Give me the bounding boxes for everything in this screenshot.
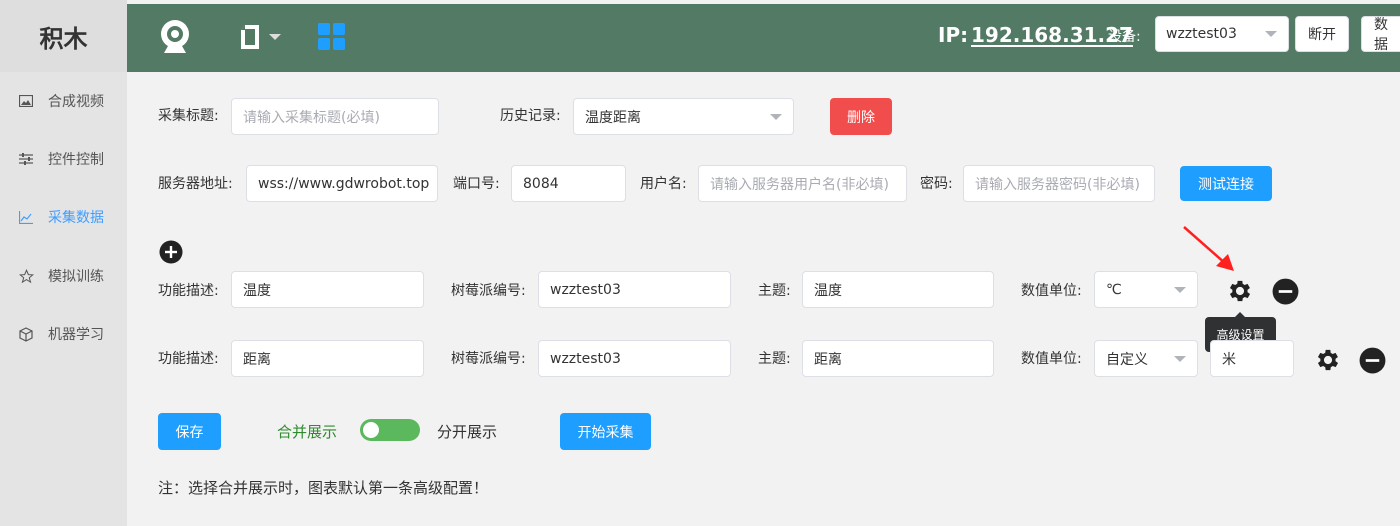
title-input[interactable]: 请输入采集标题(必填) [231, 98, 439, 135]
merge-display-label: 合并展示 [277, 423, 338, 441]
pi-label: 树莓派编号: [451, 351, 526, 367]
port-label: 端口号: [453, 176, 500, 192]
unit-label: 数值单位: [1021, 283, 1082, 299]
star-icon [18, 268, 34, 284]
remove-row-icon[interactable] [1272, 278, 1299, 305]
sidebar-item-label: 合成视频 [48, 94, 104, 110]
ip-label: IP: [938, 23, 969, 47]
username-input[interactable]: 请输入服务器用户名(非必填) [698, 165, 907, 202]
data-button[interactable]: 数据 [1361, 16, 1400, 53]
chart-icon [18, 209, 34, 225]
device-select-value: wzztest03 [1166, 26, 1237, 42]
sidebar-item-machine-learning[interactable]: 机器学习 [0, 314, 127, 354]
cube-icon [18, 326, 34, 342]
pi-label: 树莓派编号: [451, 283, 526, 299]
chevron-down-icon [1174, 355, 1186, 362]
func-label: 功能描述: [158, 351, 219, 367]
topic-input[interactable]: 温度 [802, 271, 994, 308]
arrow-annotation-icon [1180, 224, 1240, 276]
sidebar: 积木 合成视频 控件控制 采集数据 模拟训练 机器学习 [0, 0, 127, 526]
remove-row-icon[interactable] [1359, 347, 1386, 374]
grid-icon[interactable] [317, 22, 347, 52]
history-select-value: 温度距离 [585, 109, 641, 126]
server-label: 服务器地址: [158, 176, 233, 192]
chevron-down-icon [1265, 31, 1277, 37]
password-input[interactable]: 请输入服务器密码(非必填) [963, 165, 1155, 202]
gear-icon[interactable] [1226, 277, 1254, 305]
topic-label: 主题: [758, 283, 791, 299]
add-row-icon[interactable] [159, 240, 183, 264]
display-mode-toggle[interactable] [360, 419, 420, 441]
title-label: 采集标题: [158, 108, 219, 124]
device-select[interactable]: wzztest03 [1155, 16, 1289, 52]
username-label: 用户名: [640, 176, 687, 192]
file-icon [238, 24, 262, 50]
chevron-down-icon [1174, 286, 1186, 293]
unit-label: 数值单位: [1021, 351, 1082, 367]
topic-input[interactable]: 距离 [802, 340, 994, 377]
topic-label: 主题: [758, 351, 791, 367]
sidebar-item-label: 控件控制 [48, 152, 104, 168]
pi-input[interactable]: wzztest03 [538, 340, 731, 377]
server-input[interactable]: wss://www.gdwrobot.top [246, 165, 438, 202]
password-label: 密码: [920, 176, 953, 192]
sliders-icon [18, 151, 34, 167]
sidebar-item-collect-data[interactable]: 采集数据 [0, 197, 127, 237]
func-label: 功能描述: [158, 283, 219, 299]
unit-select[interactable]: 自定义 [1094, 340, 1198, 377]
split-display-label: 分开展示 [437, 423, 498, 441]
sidebar-item-label: 采集数据 [48, 210, 104, 226]
unit-select-value: ℃ [1106, 281, 1122, 298]
note-text: 注：选择合并展示时，图表默认第一条高级配置！ [158, 479, 489, 497]
test-connection-button[interactable]: 测试连接 [1180, 166, 1272, 201]
delete-button[interactable]: 删除 [830, 98, 892, 135]
caret-down-icon [268, 33, 282, 41]
history-select[interactable]: 温度距离 [573, 98, 794, 135]
save-button[interactable]: 保存 [158, 413, 221, 450]
unit-select-value: 自定义 [1106, 351, 1148, 368]
top-header: IP: 192.168.31.27 设备: wzztest03 断开 数据 [127, 4, 1400, 72]
app-logo: 积木 [0, 0, 127, 72]
sidebar-item-simulate-training[interactable]: 模拟训练 [0, 256, 127, 296]
start-collect-button[interactable]: 开始采集 [560, 413, 651, 450]
sidebar-item-widget-control[interactable]: 控件控制 [0, 139, 127, 179]
sidebar-item-compose-video[interactable]: 合成视频 [0, 81, 127, 121]
chevron-down-icon [770, 113, 782, 120]
func-input[interactable]: 温度 [231, 271, 424, 308]
gear-icon[interactable] [1314, 346, 1342, 374]
image-icon [18, 93, 34, 109]
webcam-icon[interactable] [157, 18, 193, 56]
file-dropdown[interactable] [235, 22, 285, 52]
device-label: 设备: [1108, 29, 1141, 45]
disconnect-button[interactable]: 断开 [1295, 16, 1349, 52]
port-input[interactable]: 8084 [511, 165, 626, 202]
sidebar-item-label: 模拟训练 [48, 269, 104, 285]
sidebar-item-label: 机器学习 [48, 327, 104, 343]
toggle-knob [363, 422, 379, 438]
unit-select[interactable]: ℃ [1094, 271, 1198, 308]
history-label: 历史记录: [500, 108, 561, 124]
func-input[interactable]: 距离 [231, 340, 424, 377]
custom-unit-input[interactable]: 米 [1210, 340, 1294, 377]
pi-input[interactable]: wzztest03 [538, 271, 731, 308]
